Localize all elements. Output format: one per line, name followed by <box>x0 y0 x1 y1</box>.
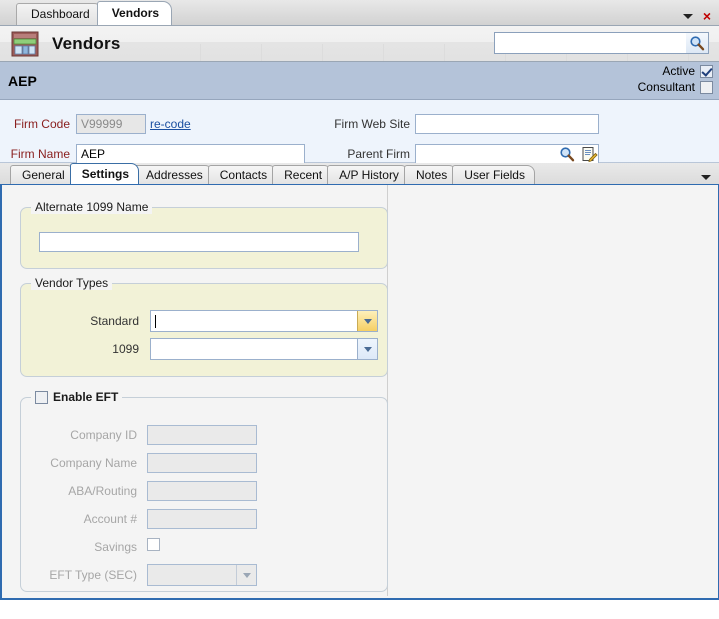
record-flags: Active Consultant <box>638 64 713 94</box>
standard-type-dropdown-button[interactable] <box>357 311 377 331</box>
active-checkbox[interactable] <box>700 64 713 78</box>
tab-recent[interactable]: Recent <box>272 165 333 184</box>
tab-addresses[interactable]: Addresses <box>134 165 213 184</box>
vendor-types-group: Vendor Types Standard 1099 <box>20 276 388 377</box>
tab-contacts[interactable]: Contacts <box>207 165 278 184</box>
text-cursor <box>155 315 156 329</box>
tab-label: Recent <box>284 168 323 182</box>
type-1099-combo[interactable] <box>150 338 378 360</box>
eft-type-sec-combo <box>147 564 257 586</box>
enable-eft-label: Enable EFT <box>53 390 119 404</box>
search-button[interactable] <box>686 33 708 53</box>
tab-label: A/P History <box>339 168 399 182</box>
parent-firm-edit-button[interactable] <box>578 144 600 164</box>
caret-down-icon <box>242 572 251 578</box>
storefront-icon <box>10 30 40 58</box>
document-edit-icon <box>582 146 598 162</box>
savings-checkbox <box>147 538 160 551</box>
tab-general[interactable]: General <box>10 165 75 184</box>
tab-label: User Fields <box>464 168 525 182</box>
enable-eft-group: Enable EFT Company ID Company Name ABA/R… <box>20 390 388 592</box>
flag-consultant-label: Consultant <box>637 80 695 94</box>
caret-down-icon <box>363 346 372 352</box>
window-tab-strip: Dashboard Vendors × <box>0 0 719 26</box>
alternate-1099-name-group: Alternate 1099 Name <box>20 200 388 269</box>
company-id-input <box>147 425 257 445</box>
account-number-input <box>147 509 257 529</box>
settings-tab-content: Alternate 1099 Name Vendor Types Standar… <box>0 185 719 600</box>
firm-name-label: Firm Name <box>10 147 70 161</box>
tab-label: Addresses <box>146 168 203 182</box>
module-search <box>494 32 709 54</box>
window-tab-dashboard[interactable]: Dashboard <box>16 3 103 25</box>
flag-consultant: Consultant <box>638 80 713 94</box>
tab-notes[interactable]: Notes <box>403 165 458 184</box>
magnifier-icon <box>560 147 575 162</box>
search-input[interactable] <box>495 33 686 53</box>
tab-label: Notes <box>415 168 448 182</box>
aba-routing-label: ABA/Routing <box>68 484 137 498</box>
standard-type-combo[interactable] <box>150 310 378 332</box>
firm-code-label: Firm Code <box>13 117 70 131</box>
re-code-link[interactable]: re-code <box>150 117 191 131</box>
company-id-label: Company ID <box>70 428 137 442</box>
vendor-types-legend: Vendor Types <box>31 276 113 290</box>
window-tab-label: Dashboard <box>31 7 90 21</box>
eft-type-sec-label: EFT Type (SEC) <box>49 568 137 582</box>
type-1099-label: 1099 <box>112 342 139 356</box>
tab-label: General <box>22 168 65 182</box>
tab-label: Contacts <box>219 168 268 182</box>
module-header: Vendors <box>0 26 719 62</box>
parent-firm-label: Parent Firm <box>347 147 410 161</box>
firm-code-value: V99999 <box>76 114 146 134</box>
company-name-label: Company Name <box>50 456 137 470</box>
tab-user-fields[interactable]: User Fields <box>452 165 535 184</box>
flag-active: Active <box>662 64 713 78</box>
record-header-bar: AEP Active Consultant <box>0 62 719 100</box>
close-x-icon[interactable]: × <box>703 9 711 23</box>
standard-type-label: Standard <box>90 314 139 328</box>
tab-settings[interactable]: Settings <box>69 163 140 184</box>
tab-label: Settings <box>81 167 130 181</box>
window-tab-vendors[interactable]: Vendors <box>96 1 173 25</box>
savings-label: Savings <box>94 540 137 554</box>
alternate-1099-name-legend: Alternate 1099 Name <box>31 200 153 214</box>
aba-routing-input <box>147 481 257 501</box>
firm-website-label: Firm Web Site <box>334 117 410 131</box>
firm-name-input[interactable] <box>76 144 305 164</box>
magnifier-icon <box>690 36 705 51</box>
eft-type-sec-dropdown-button <box>236 565 256 585</box>
type-1099-dropdown-button[interactable] <box>357 339 377 359</box>
consultant-checkbox[interactable] <box>700 80 713 94</box>
firm-info-panel: Firm Code V99999 re-code Firm Name Firm … <box>0 100 719 164</box>
detail-tab-bar: General Settings Addresses Contacts Rece… <box>0 163 719 185</box>
flag-active-label: Active <box>662 64 695 78</box>
account-number-label: Account # <box>83 512 137 526</box>
page-title: Vendors <box>52 33 121 53</box>
firm-website-input[interactable] <box>415 114 599 134</box>
standard-type-value <box>151 311 357 331</box>
company-name-input <box>147 453 257 473</box>
tab-overflow-caret-down-icon[interactable] <box>701 175 711 180</box>
type-1099-value <box>151 339 357 359</box>
record-title: AEP <box>8 72 37 89</box>
tab-ap-history[interactable]: A/P History <box>327 165 409 184</box>
eft-type-sec-value <box>148 565 236 585</box>
alternate-1099-name-input[interactable] <box>39 232 359 252</box>
enable-eft-checkbox[interactable] <box>35 390 48 404</box>
enable-eft-legend-wrap: Enable EFT <box>31 390 123 404</box>
caret-down-icon[interactable] <box>682 13 693 19</box>
window-tab-label: Vendors <box>111 6 160 20</box>
caret-down-icon <box>363 318 372 324</box>
window-controls: × <box>682 9 719 25</box>
parent-firm-search-button[interactable] <box>556 144 578 164</box>
